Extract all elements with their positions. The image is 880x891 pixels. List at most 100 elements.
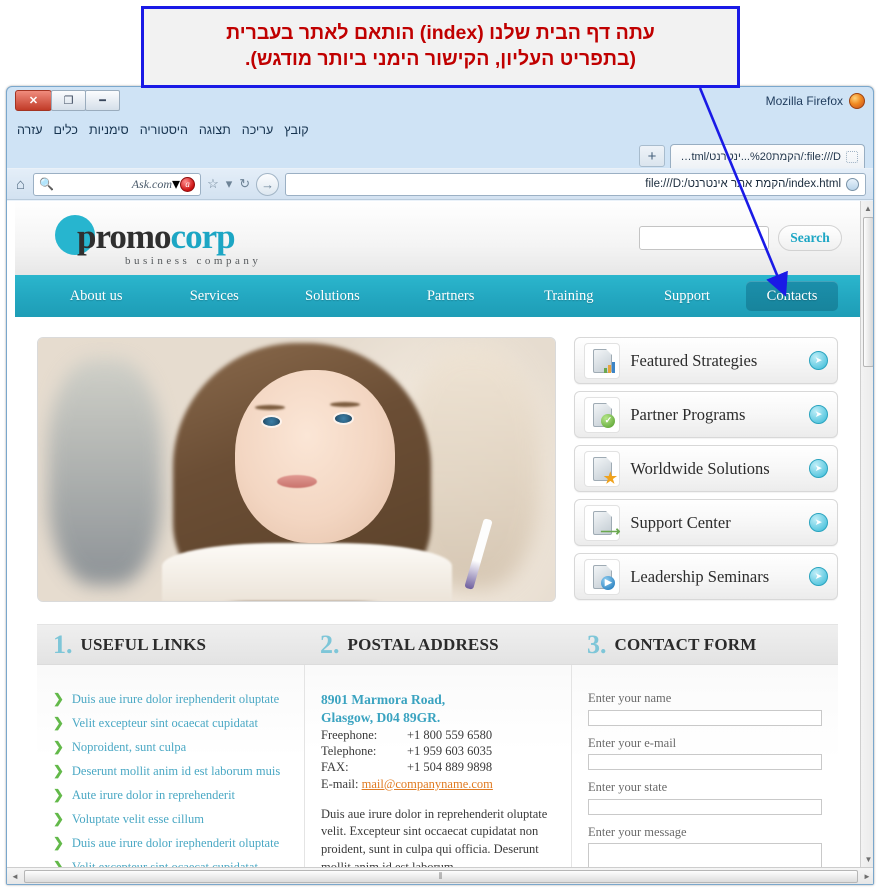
menu-item-bookmarks[interactable]: סימניות — [89, 123, 129, 137]
scroll-right-arrow-icon[interactable]: ► — [859, 872, 873, 881]
menu-item-history[interactable]: היסטוריה — [140, 123, 188, 137]
scroll-up-arrow-icon[interactable]: ▲ — [861, 201, 873, 216]
sidebar-item-support-center[interactable]: ⟶ Support Center ➤ — [574, 499, 838, 546]
field-label-message: Enter your message — [588, 824, 687, 839]
site-search-button[interactable]: Search — [778, 225, 842, 251]
page-viewport: promocorp business company Search About … — [7, 201, 873, 884]
nav-item-about-us[interactable]: About us — [37, 281, 155, 311]
column-number: 1. — [53, 629, 73, 659]
sidebar-item-featured-strategies[interactable]: Featured Strategies ➤ — [574, 337, 838, 384]
nav-item-training[interactable]: Training — [510, 281, 628, 311]
browser-tab[interactable]: file:///D:/הקמת%20...ינטרנט/index.html — [670, 144, 865, 168]
row-value: +1 959 603 6035 — [407, 743, 493, 758]
arrow-right-icon[interactable]: ➤ — [809, 513, 828, 532]
column-contact-form: 3. CONTACT FORM Enter your name Enter yo… — [571, 625, 838, 884]
menu-item-tools[interactable]: כלים — [54, 123, 78, 137]
vertical-scrollbar-thumb[interactable] — [863, 217, 873, 367]
new-tab-button[interactable]: + — [639, 145, 665, 167]
nav-item-services[interactable]: Services — [155, 281, 273, 311]
reload-icon[interactable]: ↻ — [239, 176, 250, 192]
hero-image — [37, 337, 557, 602]
link-label: Aute irure dolor in reprehenderit — [71, 788, 236, 802]
list-item[interactable]: ❯ Duis aue irure dolor irephenderit olupt… — [53, 691, 288, 707]
sidebar-item-worldwide-solutions[interactable]: ★ Worldwide Solutions ➤ — [574, 445, 838, 492]
row-value: +1 504 889 9898 — [407, 759, 493, 774]
sidebar-item-label: Support Center — [630, 512, 731, 532]
annotation-line-1: עתה דף הבית שלנו (index) הותאם לאתר בעבר… — [226, 22, 655, 45]
go-button[interactable]: → — [256, 172, 280, 196]
maximize-window-button[interactable]: ❐ — [51, 90, 86, 111]
site-logo[interactable]: promocorp business company — [55, 215, 261, 267]
email-label: E-mail: — [321, 776, 359, 791]
chevron-down-icon[interactable]: ▾ — [226, 176, 233, 192]
arrow-right-icon[interactable]: ➤ — [809, 459, 828, 478]
document-star-icon: ★ — [584, 450, 621, 487]
list-item[interactable]: ❯ Velit excepteur sint ocaecat cupidatat — [53, 715, 288, 731]
vertical-scrollbar[interactable]: ▲ ▼ — [860, 201, 873, 884]
list-item[interactable]: ❯ Voluptate velit esse cillum — [53, 811, 288, 827]
arrow-right-icon[interactable]: ➤ — [809, 405, 828, 424]
document-check-icon: ✓ — [584, 396, 621, 433]
list-item[interactable]: ❯ Noproident, sunt culpa — [53, 739, 288, 755]
menu-item-file[interactable]: קובץ — [284, 123, 308, 137]
chevron-right-icon: ❯ — [53, 691, 64, 706]
list-item[interactable]: ❯ Duis aue irure dolor irephenderit olupt… — [53, 835, 288, 851]
address-line-1: 8901 Marmora Road, — [321, 692, 446, 707]
tab-bar: file:///D:/הקמת%20...ינטרנט/index.html + — [7, 141, 873, 168]
field-label-state: Enter your state — [588, 780, 668, 794]
email-field[interactable] — [588, 754, 822, 770]
address-bar[interactable]: file:///D:/הקמת אתר אינטרנט/index.html — [285, 172, 866, 196]
menu-item-help[interactable]: עזרה — [17, 123, 43, 137]
sidebar-item-label: Leadership Seminars — [630, 566, 770, 586]
sidebar-buttons: Featured Strategies ➤ ✓ Partner Programs… — [574, 337, 838, 602]
site-navigation: About us Services Solutions Partners Tra… — [15, 275, 860, 317]
home-icon[interactable]: ⌂ — [14, 176, 27, 193]
list-item[interactable]: ❯ Deserunt mollit anim id est laborum mui… — [53, 763, 288, 779]
row-value: +1 800 559 6580 — [407, 727, 493, 742]
name-field[interactable] — [588, 709, 822, 726]
nav-item-support[interactable]: Support — [628, 281, 746, 311]
state-field[interactable] — [588, 798, 822, 815]
row-key: FAX: — [321, 759, 349, 774]
minimize-window-button[interactable]: ━ — [85, 90, 120, 111]
column-number: 3. — [587, 629, 607, 659]
chevron-right-icon: ❯ — [53, 763, 64, 778]
sidebar-item-label: Partner Programs — [630, 404, 746, 424]
link-label: Deserunt mollit anim id est laborum muis — [71, 764, 281, 778]
window-controls: ✕ ❐ ━ — [15, 90, 120, 111]
list-item[interactable]: ❯ Aute irure dolor in reprehenderit — [53, 787, 288, 803]
sidebar-item-partner-programs[interactable]: ✓ Partner Programs ➤ — [574, 391, 838, 438]
search-engine-dropdown-icon[interactable]: ▾ — [172, 174, 180, 194]
nav-item-partners[interactable]: Partners — [392, 281, 510, 311]
close-window-button[interactable]: ✕ — [15, 90, 52, 111]
scroll-down-arrow-icon[interactable]: ▼ — [861, 852, 873, 867]
nav-item-contacts[interactable]: Contacts — [746, 281, 839, 311]
ask-logo-icon: a — [180, 176, 196, 192]
link-label: Noproident, sunt culpa — [71, 740, 187, 754]
arrow-right-icon[interactable]: ➤ — [809, 351, 828, 370]
chevron-right-icon: ❯ — [53, 787, 64, 802]
horizontal-scrollbar-thumb[interactable]: ⦀ — [24, 869, 858, 883]
tab-title: file:///D:/הקמת%20...ינטרנט/index.html — [677, 150, 841, 163]
scroll-left-arrow-icon[interactable]: ◄ — [7, 872, 23, 881]
row-key: Freephone: — [321, 727, 378, 742]
arrow-right-icon[interactable]: ➤ — [809, 567, 828, 586]
field-label-email: Enter your e-mail — [588, 735, 677, 750]
app-brand: Mozilla Firefox — [766, 93, 865, 109]
column-number: 2. — [320, 629, 340, 659]
sidebar-item-leadership-seminars[interactable]: ▶ Leadership Seminars ➤ — [574, 553, 838, 600]
browser-search-box[interactable]: a ▾ Ask.com 🔍 — [33, 172, 202, 196]
bookmark-star-icon[interactable]: ☆ — [207, 176, 219, 192]
search-icon[interactable]: 🔍 — [39, 177, 54, 191]
annotation-callout: עתה דף הבית שלנו (index) הותאם לאתר בעבר… — [141, 6, 740, 88]
email-link[interactable]: mail@companyname.com — [362, 777, 493, 791]
firefox-window: ✕ ❐ ━ Mozilla Firefox קובץ עריכה תצוגה ה… — [6, 86, 874, 885]
app-title: Mozilla Firefox — [765, 94, 843, 108]
menu-item-view[interactable]: תצוגה — [199, 123, 231, 137]
chevron-right-icon: ❯ — [53, 739, 64, 754]
site-search-input[interactable] — [639, 226, 769, 250]
document-play-icon: ▶ — [584, 558, 621, 595]
nav-item-solutions[interactable]: Solutions — [273, 281, 391, 311]
horizontal-scrollbar[interactable]: ◄ ⦀ ► — [7, 867, 873, 884]
menu-item-edit[interactable]: עריכה — [242, 123, 273, 137]
